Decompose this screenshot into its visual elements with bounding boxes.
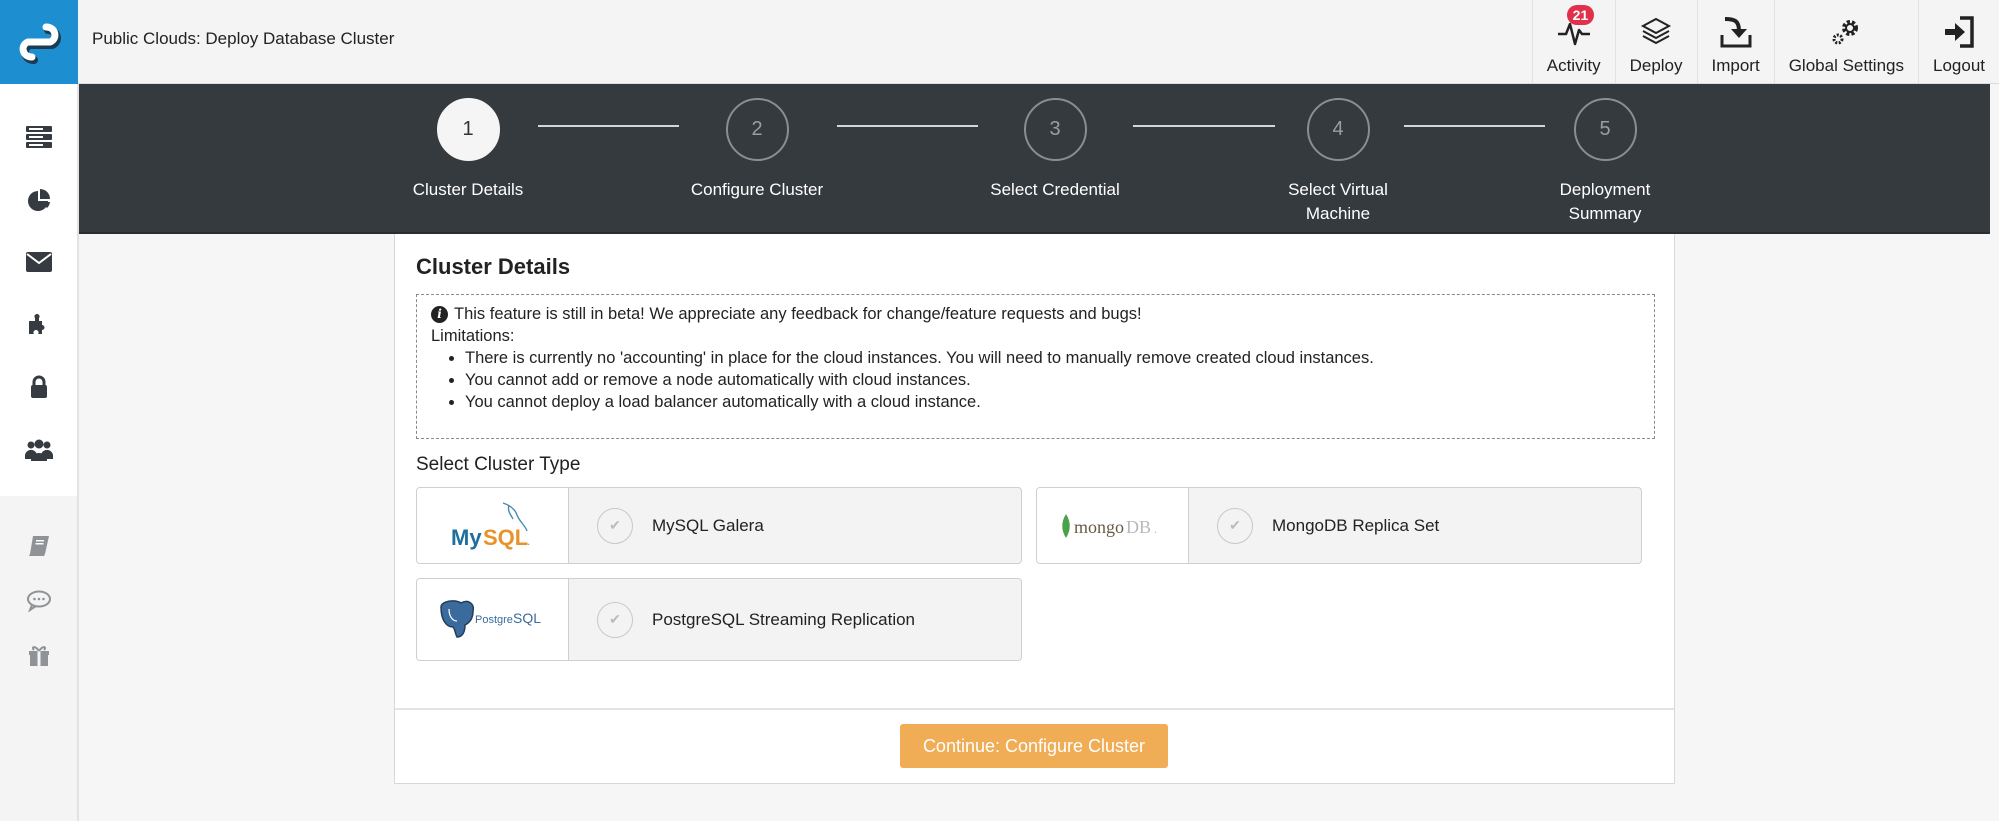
select-check-icon[interactable]: ✔	[597, 507, 633, 544]
svg-text:.: .	[527, 534, 530, 548]
select-check-icon[interactable]: ✔	[597, 601, 633, 638]
limitation-item: You cannot deploy a load balancer automa…	[465, 391, 1640, 413]
wizard-step-5[interactable]: 5 Deployment Summary	[1505, 98, 1705, 226]
step-number: 2	[725, 98, 789, 161]
step-label: Deployment Summary	[1559, 180, 1651, 223]
step-label: Select Virtual Machine	[1288, 180, 1388, 223]
panel-footer: Continue: Configure Cluster	[395, 708, 1674, 784]
step-label: Configure Cluster	[690, 180, 824, 199]
continue-configure-cluster-button[interactable]: Continue: Configure Cluster	[900, 724, 1168, 768]
layers-icon	[1640, 12, 1672, 52]
top-bar: Public Clouds: Deploy Database Cluster 2…	[0, 0, 1999, 84]
wizard-step-1[interactable]: 1 Cluster Details	[368, 98, 568, 202]
limitations-label: Limitations:	[431, 327, 515, 345]
sidebar-item-mail[interactable]	[0, 231, 77, 294]
logo-icon	[19, 23, 61, 64]
step-number: 3	[1023, 98, 1087, 161]
postgresql-logo: Postgre SQL	[417, 579, 569, 660]
svg-text:SQL: SQL	[483, 525, 528, 550]
svg-text:mongo: mongo	[1074, 517, 1124, 537]
sidebar-item-documentation[interactable]	[0, 518, 77, 573]
sidebar-item-security[interactable]	[0, 356, 77, 419]
cluster-type-name: PostgreSQL Streaming Replication	[652, 609, 916, 629]
global-settings-button[interactable]: Global Settings	[1773, 0, 1918, 84]
beta-notice: i This feature is still in beta! We appr…	[416, 294, 1655, 439]
gears-icon	[1828, 12, 1864, 52]
page-title: Public Clouds: Deploy Database Cluster	[92, 29, 395, 48]
import-button[interactable]: Import	[1696, 0, 1774, 84]
mongodb-logo: mongo DB .	[1037, 488, 1189, 563]
limitation-item: There is currently no 'accounting' in pl…	[465, 347, 1640, 369]
lock-icon	[30, 375, 47, 399]
info-icon: i	[431, 305, 448, 323]
page-scrollbar[interactable]	[1990, 84, 1999, 821]
sidebar-item-clusters[interactable]	[0, 106, 77, 169]
limitation-item: You cannot add or remove a node automati…	[465, 369, 1640, 391]
envelope-icon	[25, 252, 52, 273]
wizard-step-4[interactable]: 4 Select Virtual Machine	[1238, 98, 1438, 226]
mysql-logo: My SQL .	[417, 488, 569, 563]
cluster-type-mongodb-replica-set[interactable]: mongo DB . ✔ MongoDB Replica Set	[1036, 487, 1642, 564]
limitations-list: There is currently no 'accounting' in pl…	[465, 347, 1640, 413]
sidebar	[0, 84, 79, 821]
cluster-type-mysql-galera[interactable]: My SQL . ✔ MySQL Galera	[416, 487, 1022, 564]
svg-text:SQL: SQL	[513, 610, 541, 626]
deploy-label: Deploy	[1629, 56, 1683, 75]
book-icon	[28, 535, 49, 556]
puzzle-icon	[28, 313, 44, 334]
global-settings-label: Global Settings	[1788, 56, 1904, 75]
beta-message: This feature is still in beta! We apprec…	[454, 305, 1142, 323]
cluster-type-name: MongoDB Replica Set	[1272, 515, 1440, 535]
sidebar-item-users[interactable]	[0, 419, 77, 482]
cluster-type-label: Select Cluster Type	[416, 454, 581, 475]
activity-count-badge: 21	[1566, 5, 1595, 25]
import-label: Import	[1711, 56, 1760, 75]
deploy-button[interactable]: Deploy	[1614, 0, 1697, 84]
step-number: 5	[1573, 98, 1637, 161]
users-icon	[24, 439, 53, 461]
activity-label: Activity	[1546, 56, 1601, 75]
pie-chart-icon	[27, 188, 50, 211]
logout-button[interactable]: Logout	[1918, 0, 1999, 84]
app-logo[interactable]	[0, 0, 78, 84]
sidebar-item-reports[interactable]	[0, 169, 77, 232]
wizard-steps: 1 Cluster Details 2 Configure Cluster 3 …	[79, 84, 1990, 234]
step-label: Select Credential	[990, 180, 1120, 199]
sign-in-icon	[1942, 12, 1976, 52]
svg-text:.: .	[1154, 522, 1157, 536]
sidebar-item-support-chat[interactable]	[0, 573, 77, 628]
step-label: Cluster Details	[412, 180, 524, 199]
step-number: 4	[1306, 98, 1370, 161]
sidebar-item-whats-new[interactable]	[0, 628, 77, 683]
import-icon	[1719, 12, 1753, 52]
select-check-icon[interactable]: ✔	[1217, 507, 1253, 544]
cluster-type-name: MySQL Galera	[652, 515, 764, 535]
svg-text:DB: DB	[1126, 517, 1151, 537]
sidebar-item-integrations[interactable]	[0, 294, 77, 357]
step-number: 1	[436, 98, 500, 161]
logout-label: Logout	[1933, 56, 1985, 75]
svg-text:My: My	[451, 525, 482, 550]
cluster-type-postgresql-streaming[interactable]: Postgre SQL ✔ PostgreSQL Streaming Repli…	[416, 578, 1022, 661]
chat-icon	[26, 590, 51, 612]
server-list-icon	[25, 126, 52, 149]
activity-button[interactable]: 21 Activity	[1531, 0, 1615, 84]
gift-icon	[28, 645, 49, 666]
section-title: Cluster Details	[416, 254, 571, 279]
wizard-step-2[interactable]: 2 Configure Cluster	[657, 98, 857, 202]
wizard-step-3[interactable]: 3 Select Credential	[955, 98, 1155, 202]
cluster-details-panel: Cluster Details i This feature is still …	[394, 234, 1675, 784]
svg-text:Postgre: Postgre	[475, 614, 513, 626]
top-actions: 21 Activity Deploy Import Global Setting…	[1531, 0, 1999, 84]
